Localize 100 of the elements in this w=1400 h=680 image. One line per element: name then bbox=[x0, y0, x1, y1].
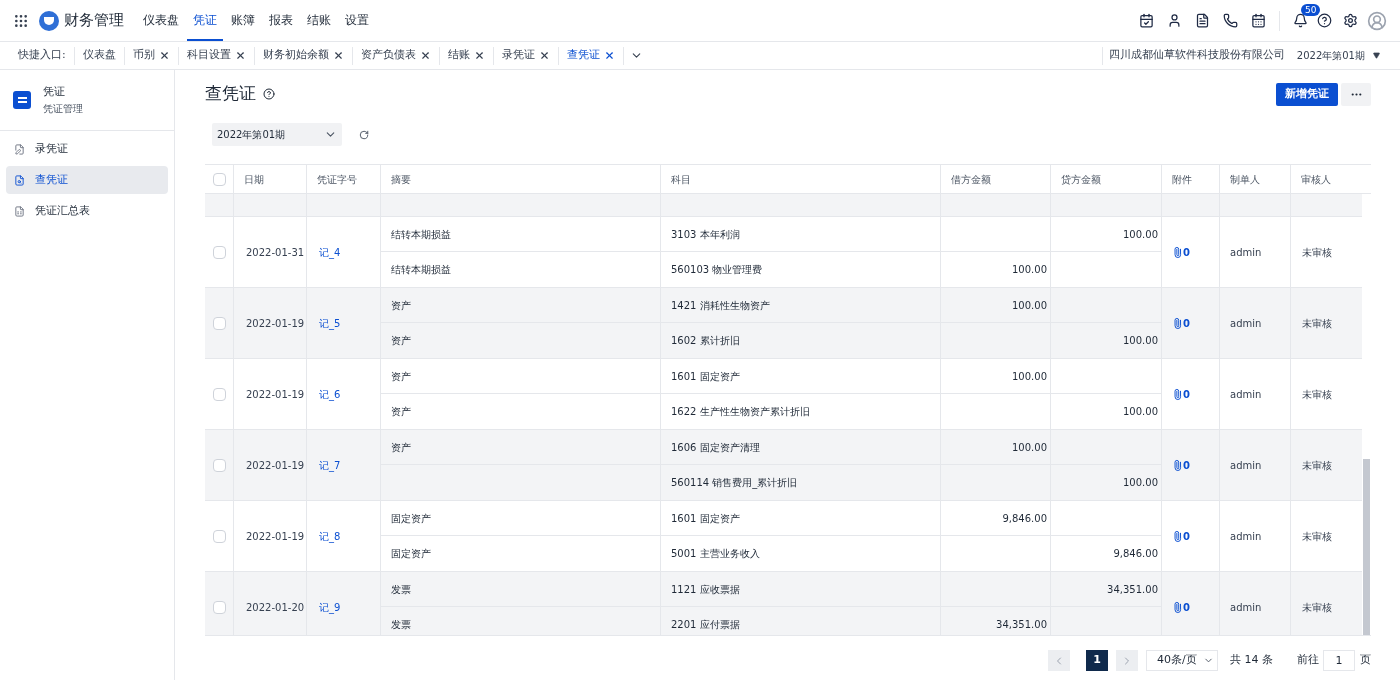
shortcut-tab[interactable]: 科目设置 bbox=[177, 46, 254, 65]
close-icon[interactable] bbox=[158, 50, 170, 61]
calendar-check-icon[interactable] bbox=[1139, 13, 1154, 28]
checkbox[interactable] bbox=[212, 387, 226, 401]
voucher-number-link[interactable]: 记_5 bbox=[319, 315, 341, 331]
credit-amount: 100.00 bbox=[1123, 227, 1158, 242]
voucher-number-link[interactable]: 记_9 bbox=[319, 599, 341, 615]
notification-bell-icon[interactable] bbox=[1293, 13, 1308, 28]
voucher-number-link[interactable]: 记_6 bbox=[319, 386, 341, 402]
account-cell-text: 1602 累计折旧 bbox=[671, 334, 740, 348]
sidebar-item[interactable]: 凭证汇总表 bbox=[6, 197, 168, 225]
document-icon[interactable] bbox=[1195, 13, 1210, 28]
debit-amount: 34,351.00 bbox=[996, 618, 1047, 632]
nav-tab[interactable]: 凭证 bbox=[187, 0, 223, 41]
shortcut-tab[interactable]: 查凭证 bbox=[557, 46, 623, 65]
account-cell-text: 1421 消耗性生物资产 bbox=[671, 298, 770, 313]
page-suffix: 页 bbox=[1360, 652, 1371, 669]
account-cell-text: 1622 生产性生物资产累计折旧 bbox=[671, 405, 810, 419]
phone-icon[interactable] bbox=[1223, 13, 1238, 28]
new-voucher-button[interactable]: 新增凭证 bbox=[1276, 82, 1338, 106]
checkbox[interactable] bbox=[212, 245, 226, 259]
total-count: 共 14 条 bbox=[1230, 652, 1273, 669]
column-header: 凭证字号 bbox=[306, 165, 380, 193]
company-name: 四川成都仙草软件科技股份有限公司 bbox=[1108, 47, 1285, 64]
account-cell-text: 1606 固定资产清理 bbox=[671, 440, 760, 455]
nav-tab[interactable]: 账簿 bbox=[225, 0, 261, 41]
close-icon[interactable] bbox=[419, 50, 431, 61]
shortcut-tab[interactable]: 资产负债表 bbox=[351, 46, 439, 65]
close-icon[interactable] bbox=[473, 50, 485, 61]
close-icon[interactable] bbox=[332, 50, 344, 61]
date-cell: 2022-01-20 bbox=[233, 572, 306, 635]
account-cell-text: 2201 应付票据 bbox=[671, 618, 740, 632]
apps-grid-icon[interactable] bbox=[13, 12, 29, 29]
checkbox[interactable] bbox=[212, 172, 226, 186]
attachment-link[interactable]: 0 bbox=[1172, 528, 1190, 544]
account-cell-text: 1601 固定资产 bbox=[671, 511, 740, 526]
summary-cell-text: 资产 bbox=[391, 298, 411, 313]
scrollbar[interactable] bbox=[1363, 459, 1370, 635]
period-select[interactable]: 2022年第01期 bbox=[212, 123, 342, 146]
shortcut-tab[interactable]: 仪表盘 bbox=[73, 46, 124, 65]
account-cell-text: 1601 固定资产 bbox=[671, 369, 740, 384]
sidebar-item[interactable]: 查凭证 bbox=[6, 166, 168, 194]
voucher-number-link[interactable]: 记_8 bbox=[319, 528, 341, 544]
page-number-button[interactable]: 1 bbox=[1086, 650, 1108, 671]
calendar-icon[interactable] bbox=[1251, 13, 1266, 28]
shortcut-tab[interactable]: 结账 bbox=[438, 46, 493, 65]
auditor-cell: 未审核 bbox=[1290, 572, 1362, 635]
attachment-link[interactable]: 0 bbox=[1172, 386, 1190, 402]
credit-amount: 9,846.00 bbox=[1113, 547, 1158, 561]
nav-tab[interactable]: 结账 bbox=[301, 0, 337, 41]
checkbox[interactable] bbox=[212, 316, 226, 330]
module-subtitle: 凭证管理 bbox=[43, 101, 83, 116]
voucher-number-link[interactable]: 记_4 bbox=[319, 244, 341, 260]
close-icon[interactable] bbox=[538, 50, 550, 61]
summary-cell-text: 发票 bbox=[391, 582, 411, 597]
attachment-link[interactable]: 0 bbox=[1172, 599, 1190, 615]
sidebar-item[interactable]: 录凭证 bbox=[6, 135, 168, 163]
shortcut-tab[interactable]: 财务初始余额 bbox=[253, 46, 352, 65]
debit-amount: 100.00 bbox=[1012, 298, 1047, 313]
checkbox[interactable] bbox=[212, 529, 226, 543]
attachment-link[interactable]: 0 bbox=[1172, 457, 1190, 473]
document-icon bbox=[14, 174, 25, 186]
nav-tab[interactable]: 设置 bbox=[339, 0, 375, 41]
goto-page-field[interactable]: 1 bbox=[1323, 650, 1355, 671]
shortcut-tab[interactable]: 币别 bbox=[123, 46, 178, 65]
nav-tab[interactable]: 报表 bbox=[263, 0, 299, 41]
column-header: 日期 bbox=[233, 165, 306, 193]
account-cell-text: 560103 物业管理费 bbox=[671, 263, 763, 277]
app-title: 财务管理 bbox=[64, 10, 124, 32]
shortcut-tab[interactable]: 录凭证 bbox=[492, 46, 558, 65]
module-icon bbox=[13, 91, 31, 109]
refresh-icon[interactable] bbox=[359, 129, 369, 140]
debit-amount: 100.00 bbox=[1012, 263, 1047, 277]
column-header: 借方金额 bbox=[940, 165, 1050, 193]
summary-cell-text: 发票 bbox=[391, 618, 411, 632]
close-icon[interactable] bbox=[234, 50, 246, 61]
help-icon[interactable] bbox=[1317, 13, 1332, 28]
column-header: 附件 bbox=[1161, 165, 1219, 193]
checkbox[interactable] bbox=[212, 458, 226, 472]
summary-cell-text: 结转本期损益 bbox=[391, 227, 451, 242]
attachment-link[interactable]: 0 bbox=[1172, 315, 1190, 331]
document-icon bbox=[14, 205, 25, 217]
period-dropdown[interactable]: 2022年第01期 bbox=[1296, 48, 1380, 63]
summary-cell-text: 固定资产 bbox=[391, 547, 431, 561]
close-icon[interactable] bbox=[603, 50, 615, 61]
nav-tab[interactable]: 仪表盘 bbox=[137, 0, 185, 41]
attachment-link[interactable]: 0 bbox=[1172, 244, 1190, 260]
voucher-number-link[interactable]: 记_7 bbox=[319, 457, 341, 473]
checkbox[interactable] bbox=[212, 600, 226, 614]
module-title: 凭证 bbox=[43, 84, 66, 101]
settings-icon[interactable] bbox=[1343, 13, 1358, 28]
summary-cell-text: 固定资产 bbox=[391, 511, 431, 526]
user-icon[interactable] bbox=[1167, 13, 1182, 28]
goto-label: 前往 bbox=[1297, 652, 1319, 669]
notification-badge: 50 bbox=[1301, 4, 1321, 16]
account-cell-text: 560114 销售费用_累计折旧 bbox=[671, 476, 798, 490]
debit-amount: 9,846.00 bbox=[1002, 511, 1047, 526]
page-size-select[interactable]: 40条/页 bbox=[1146, 650, 1218, 671]
column-header: 制单人 bbox=[1219, 165, 1290, 193]
help-icon[interactable] bbox=[263, 88, 275, 100]
